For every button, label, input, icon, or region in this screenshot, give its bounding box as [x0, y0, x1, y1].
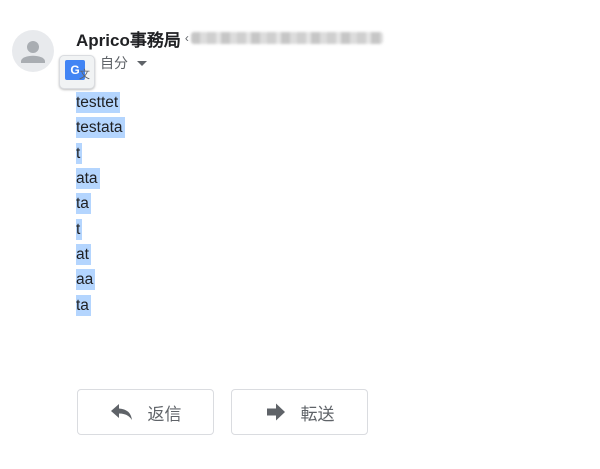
body-line: ta	[76, 191, 125, 216]
message-body: testtet testata t ata ta t at aa ta	[76, 90, 125, 318]
caret-down-icon[interactable]	[137, 60, 147, 66]
google-translate-icon[interactable]: G 文	[59, 55, 95, 89]
body-line-text: at	[76, 243, 91, 265]
recipient-label: 自分	[100, 55, 128, 71]
body-line-text: ata	[76, 168, 100, 190]
body-line: aa	[76, 267, 125, 292]
forward-arrow-icon	[266, 403, 285, 421]
body-line: ata	[76, 166, 125, 191]
sender-row: Aprico事務局 ‹	[76, 26, 383, 51]
sender-email-redacted	[190, 32, 383, 44]
recipient-row: 自分	[100, 53, 147, 73]
sender-avatar[interactable]	[12, 30, 54, 72]
reply-arrow-icon	[110, 404, 132, 420]
body-line: testtet	[76, 90, 125, 115]
body-line: t	[76, 216, 125, 241]
body-line-text: testtet	[76, 92, 121, 114]
body-line-text: t	[76, 218, 83, 240]
body-line-text: testata	[76, 117, 125, 139]
forward-button[interactable]: 転送	[231, 389, 368, 435]
body-line: ta	[76, 292, 125, 317]
reply-label: 返信	[147, 404, 182, 424]
body-line: t	[76, 141, 125, 166]
body-line: at	[76, 242, 125, 267]
person-icon	[21, 41, 45, 63]
reply-button[interactable]: 返信	[77, 389, 214, 435]
body-line-text: t	[76, 142, 83, 164]
body-line-text: ta	[76, 294, 91, 316]
forward-label: 転送	[300, 404, 335, 424]
sender-name[interactable]: Aprico事務局	[76, 26, 181, 51]
translate-wen-glyph: 文	[79, 69, 90, 81]
sender-email-bracket: ‹	[184, 31, 189, 45]
body-line-text: aa	[76, 269, 96, 291]
body-line-text: ta	[76, 193, 91, 215]
body-line: testata	[76, 115, 125, 140]
